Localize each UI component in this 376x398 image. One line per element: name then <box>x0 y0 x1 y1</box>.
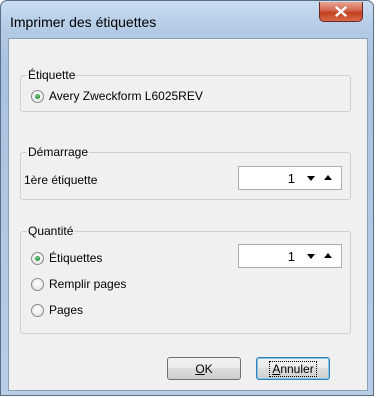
quantity-spinner-value[interactable]: 1 <box>288 249 295 264</box>
chevron-down-icon[interactable] <box>307 176 315 181</box>
quantity-option-fill-pages-text[interactable]: Remplir pages <box>49 277 126 291</box>
start-group: Démarrage 1ère étiquette 1 <box>20 145 351 200</box>
label-option-text[interactable]: Avery Zweckform L6025REV <box>49 89 203 103</box>
cancel-button-label: Annuler <box>269 360 317 377</box>
dialog-body: Étiquette Avery Zweckform L6025REV Démar… <box>8 38 368 391</box>
start-spinner-value[interactable]: 1 <box>288 171 295 186</box>
quantity-option-pages-radio[interactable] <box>31 304 44 317</box>
ok-button[interactable]: OK <box>167 357 241 380</box>
quantity-option-labels-radio[interactable] <box>31 252 44 265</box>
start-field-label: 1ère étiquette <box>24 173 98 187</box>
quantity-option-pages-text[interactable]: Pages <box>49 303 83 317</box>
close-icon <box>335 6 347 17</box>
quantity-group: Quantité Étiquettes Remplir pages Pages … <box>20 224 351 334</box>
chevron-down-icon[interactable] <box>307 254 315 259</box>
close-button[interactable] <box>319 2 363 22</box>
cancel-button[interactable]: Annuler <box>256 357 330 380</box>
chevron-up-icon[interactable] <box>324 253 332 258</box>
ok-button-label: OK <box>195 361 213 376</box>
start-group-legend: Démarrage <box>27 145 90 159</box>
label-group: Étiquette Avery Zweckform L6025REV <box>20 68 351 112</box>
window-title: Imprimer des étiquettes <box>10 14 157 30</box>
quantity-option-labels-text[interactable]: Étiquettes <box>49 251 102 265</box>
dialog-window: Imprimer des étiquettes Étiquette Avery … <box>0 0 374 396</box>
quantity-group-legend: Quantité <box>27 224 75 238</box>
chevron-up-icon[interactable] <box>324 175 332 180</box>
label-group-legend: Étiquette <box>27 68 77 82</box>
start-spinner[interactable]: 1 <box>238 166 342 190</box>
quantity-spinner[interactable]: 1 <box>238 244 342 268</box>
quantity-option-fill-pages-radio[interactable] <box>31 278 44 291</box>
label-option-radio[interactable] <box>31 90 44 103</box>
